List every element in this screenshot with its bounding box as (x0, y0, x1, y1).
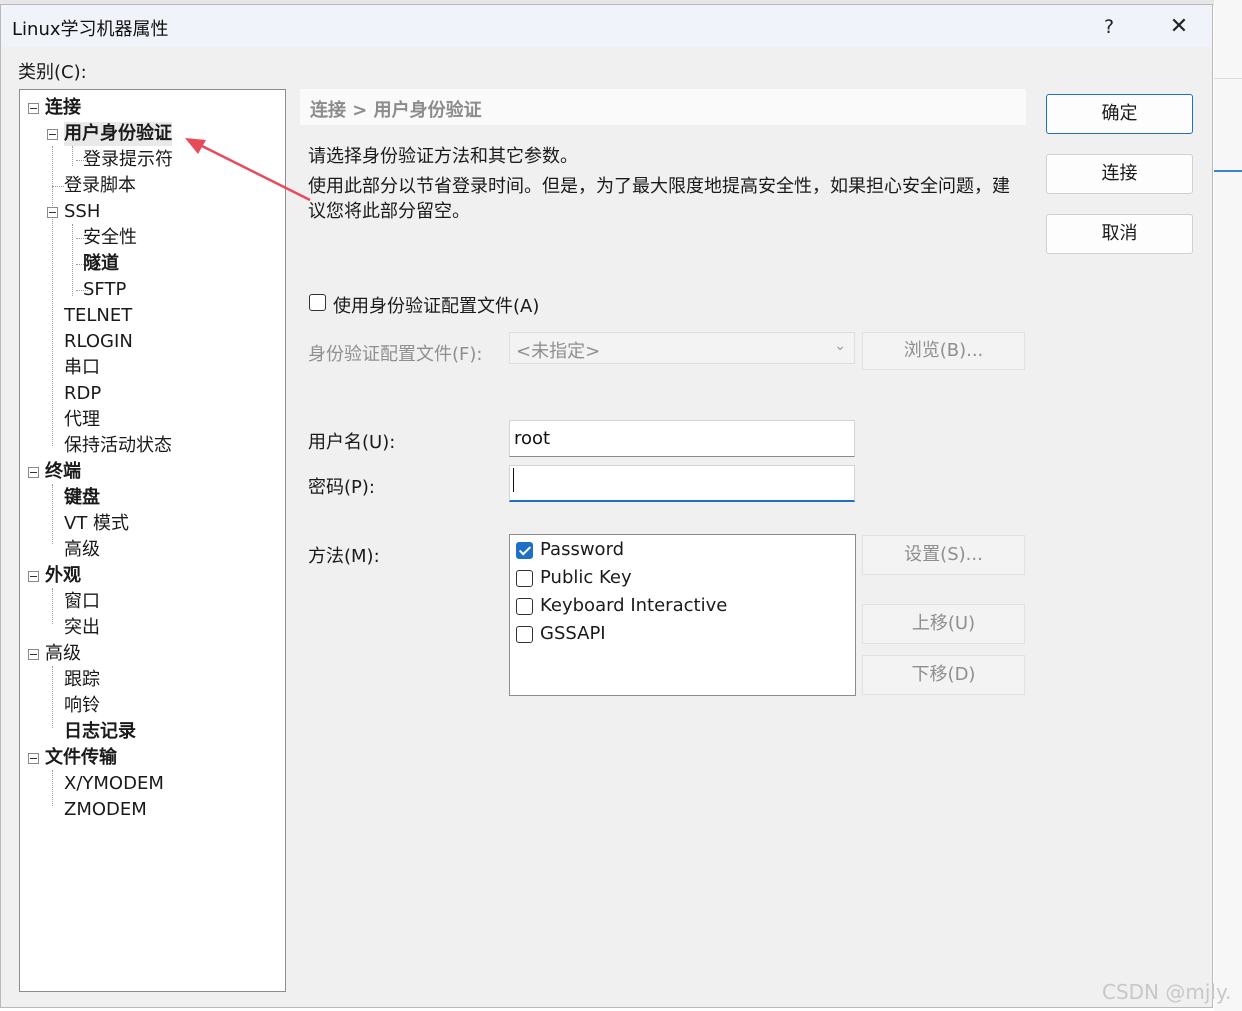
tree-item-sftp[interactable]: SFTP (83, 278, 126, 302)
password-label: 密码(P): (308, 477, 375, 498)
tree-item-appearance[interactable]: 外观 (45, 564, 81, 588)
chevron-down-icon: ⌄ (834, 338, 846, 354)
tree-item-terminal[interactable]: 终端 (45, 460, 81, 484)
method-settings-button[interactable]: 设置(S)... (862, 535, 1025, 575)
move-down-button[interactable]: 下移(D) (862, 655, 1025, 695)
tree-item-logging[interactable]: 日志记录 (64, 720, 136, 744)
tree-item-tunnel[interactable]: 隧道 (83, 252, 119, 276)
background-accent-line (1214, 170, 1242, 172)
tree-item-connection[interactable]: 连接 (45, 96, 81, 120)
auth-profile-selected-value: <未指定> (516, 341, 601, 362)
username-label: 用户名(U): (308, 432, 396, 453)
use-auth-profile-label[interactable]: 使用身份验证配置文件(A) (333, 292, 539, 318)
tree-guide-line (52, 484, 53, 544)
method-password-checkbox[interactable] (516, 542, 533, 559)
tree-guide-line (72, 146, 73, 166)
description-heading: 请选择身份验证方法和其它参数。 (308, 146, 578, 167)
tree-guide-line (52, 186, 64, 187)
description-text: 使用此部分以节省登录时间。但是，为了最大限度地提高安全性，如果担心安全问题，建议… (308, 176, 1010, 222)
tree-item-bell[interactable]: 响铃 (64, 694, 100, 718)
tree-item-login-prompts[interactable]: 登录提示符 (83, 148, 173, 172)
tree-guide-line (52, 146, 53, 446)
help-button[interactable]: ? (1091, 11, 1127, 43)
annotation-arrow-icon (185, 138, 311, 202)
method-gssapi-checkbox[interactable] (516, 626, 533, 643)
username-input[interactable] (509, 420, 855, 457)
tree-item-rlogin[interactable]: RLOGIN (64, 330, 133, 354)
tree-guide-line (52, 666, 53, 728)
tree-item-file-transfer[interactable]: 文件传输 (45, 746, 117, 770)
breadcrumb: 连接 > 用户身份验证 (310, 100, 482, 121)
tree-guide-line (52, 588, 53, 624)
tree-item-keep-alive[interactable]: 保持活动状态 (64, 434, 172, 458)
collapse-toggle-icon[interactable] (47, 129, 58, 140)
auth-profile-select[interactable]: <未指定> ⌄ (509, 332, 855, 364)
tree-item-proxy[interactable]: 代理 (64, 408, 100, 432)
close-button[interactable]: ✕ (1159, 11, 1199, 43)
move-up-button[interactable]: 上移(U) (862, 604, 1025, 644)
tree-item-keyboard[interactable]: 键盘 (64, 486, 100, 510)
tree-item-highlight[interactable]: 突出 (64, 616, 100, 640)
tree-item-xymodem[interactable]: X/YMODEM (64, 772, 164, 796)
password-input[interactable] (509, 465, 855, 502)
tree-item-advanced[interactable]: 高级 (45, 642, 81, 666)
background-app-panel (1214, 0, 1242, 1011)
tree-item-rdp[interactable]: RDP (64, 382, 101, 406)
collapse-toggle-icon[interactable] (28, 103, 39, 114)
title-bar[interactable]: Linux学习机器属性 ? ✕ (1, 5, 1212, 47)
connect-button[interactable]: 连接 (1046, 154, 1193, 194)
auth-profile-label: 身份验证配置文件(F): (308, 344, 483, 365)
cancel-button[interactable]: 取消 (1046, 214, 1193, 254)
auth-method-list[interactable]: Password Public Key Keyboard Interactive… (509, 534, 856, 696)
collapse-toggle-icon[interactable] (28, 467, 39, 478)
window-title: Linux学习机器属性 (12, 19, 169, 40)
method-publickey-checkbox[interactable] (516, 570, 533, 587)
collapse-toggle-icon[interactable] (28, 571, 39, 582)
tree-item-security[interactable]: 安全性 (83, 226, 137, 250)
tree-item-terminal-advanced[interactable]: 高级 (64, 538, 100, 562)
tree-item-zmodem[interactable]: ZMODEM (64, 798, 147, 822)
method-keyboard-interactive-label[interactable]: Keyboard Interactive (540, 595, 727, 616)
tree-guide-line (52, 770, 53, 806)
ok-button[interactable]: 确定 (1046, 94, 1193, 134)
tree-item-window[interactable]: 窗口 (64, 590, 100, 614)
collapse-toggle-icon[interactable] (47, 207, 58, 218)
tree-item-user-authentication[interactable]: 用户身份验证 (64, 122, 172, 146)
tree-item-vt-modes[interactable]: VT 模式 (64, 512, 129, 536)
tree-item-telnet[interactable]: TELNET (64, 304, 132, 328)
method-label: 方法(M): (308, 546, 380, 567)
tree-item-serial[interactable]: 串口 (64, 356, 100, 380)
method-gssapi-label[interactable]: GSSAPI (540, 623, 606, 644)
method-password-label[interactable]: Password (540, 539, 624, 560)
tree-item-login-scripts[interactable]: 登录脚本 (64, 174, 136, 198)
breadcrumb-bar: 连接 > 用户身份验证 (300, 89, 1026, 125)
collapse-toggle-icon[interactable] (28, 649, 39, 660)
watermark: CSDN @mjly. (1102, 980, 1232, 1004)
tree-item-trace[interactable]: 跟踪 (64, 668, 100, 692)
method-keyboard-interactive-checkbox[interactable] (516, 598, 533, 615)
tree-guide-line (72, 224, 73, 296)
method-publickey-label[interactable]: Public Key (540, 567, 632, 588)
text-caret (513, 468, 514, 492)
use-auth-profile-checkbox[interactable] (309, 294, 326, 311)
category-tree[interactable]: 连接 用户身份验证 登录提示符 登录脚本 SSH 安全性 隧道 SFTP TEL… (19, 89, 286, 992)
collapse-toggle-icon[interactable] (28, 753, 39, 764)
browse-button[interactable]: 浏览(B)... (862, 332, 1025, 370)
background-divider (1214, 78, 1242, 79)
category-label: 类别(C): (18, 62, 87, 83)
tree-item-ssh[interactable]: SSH (64, 200, 100, 224)
